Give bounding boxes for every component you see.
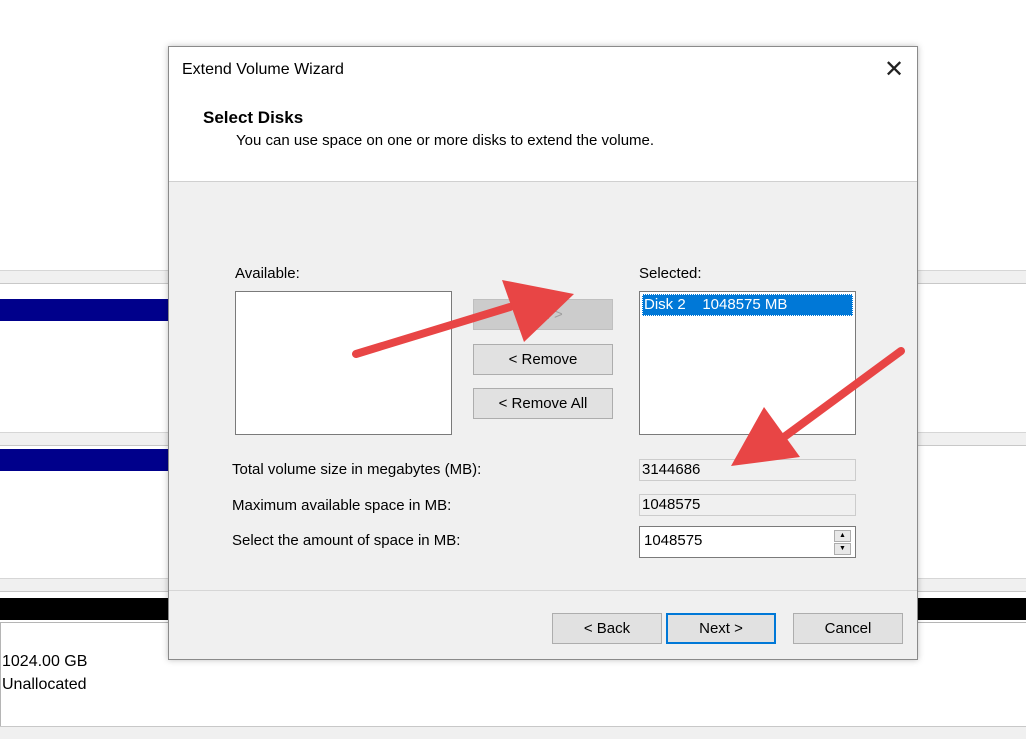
max-space-field: 1048575 (639, 494, 856, 516)
selected-label: Selected: (639, 265, 702, 282)
unallocated-label: Unallocated (2, 676, 87, 693)
dialog-header: Extend Volume Wizard ✕ Select Disks You … (169, 47, 917, 182)
available-listbox[interactable] (235, 291, 452, 435)
selected-listbox[interactable]: Disk 2 1048575 MB (639, 291, 856, 435)
available-label: Available: (235, 265, 300, 282)
volume-bar[interactable] (0, 449, 172, 471)
next-button[interactable]: Next > (666, 613, 776, 644)
dialog-title: Extend Volume Wizard (182, 61, 344, 78)
volume-bar[interactable] (0, 299, 172, 321)
max-space-label: Maximum available space in MB: (232, 497, 452, 514)
cancel-button[interactable]: Cancel (793, 613, 903, 644)
disk-separator (0, 726, 1026, 739)
total-size-label: Total volume size in megabytes (MB): (232, 461, 482, 478)
select-amount-stepper[interactable]: 1048575 ▲ ▼ (639, 526, 856, 558)
section-heading: Select Disks (203, 108, 304, 127)
spin-down-icon[interactable]: ▼ (834, 543, 851, 555)
unallocated-size: 1024.00 GB (2, 653, 88, 670)
spin-up-icon[interactable]: ▲ (834, 530, 851, 542)
remove-button[interactable]: < Remove (473, 344, 613, 375)
extend-volume-dialog: Extend Volume Wizard ✕ Select Disks You … (168, 46, 918, 660)
add-button[interactable]: Add > (473, 299, 613, 330)
close-icon[interactable]: ✕ (879, 55, 909, 85)
remove-all-button[interactable]: < Remove All (473, 388, 613, 419)
select-amount-label: Select the amount of space in MB: (232, 532, 461, 549)
selected-disk-item[interactable]: Disk 2 1048575 MB (642, 294, 853, 316)
total-size-field: 3144686 (639, 459, 856, 481)
footer-divider (169, 590, 917, 591)
section-description: You can use space on one or more disks t… (236, 132, 655, 149)
back-button[interactable]: < Back (552, 613, 662, 644)
select-amount-value[interactable]: 1048575 (644, 532, 702, 549)
